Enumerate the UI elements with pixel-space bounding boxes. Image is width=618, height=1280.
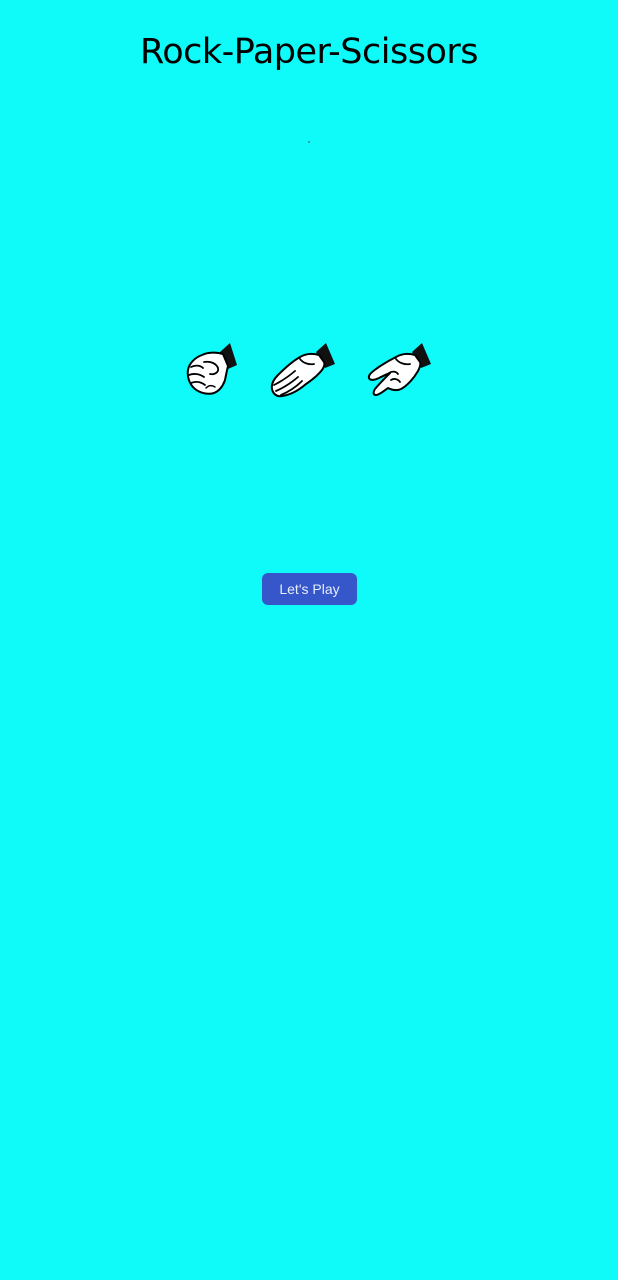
paper-hand-icon [270,343,335,398]
page-title: Rock-Paper-Scissors [139,32,479,72]
status-dot [308,141,310,143]
scissors-choice[interactable] [366,340,434,398]
rock-choice[interactable] [184,340,240,398]
choice-row [0,340,618,400]
paper-choice[interactable] [268,340,338,400]
scissors-hand-icon [367,343,431,396]
rock-hand-icon [186,343,237,395]
lets-play-button[interactable]: Let's Play [262,573,357,605]
